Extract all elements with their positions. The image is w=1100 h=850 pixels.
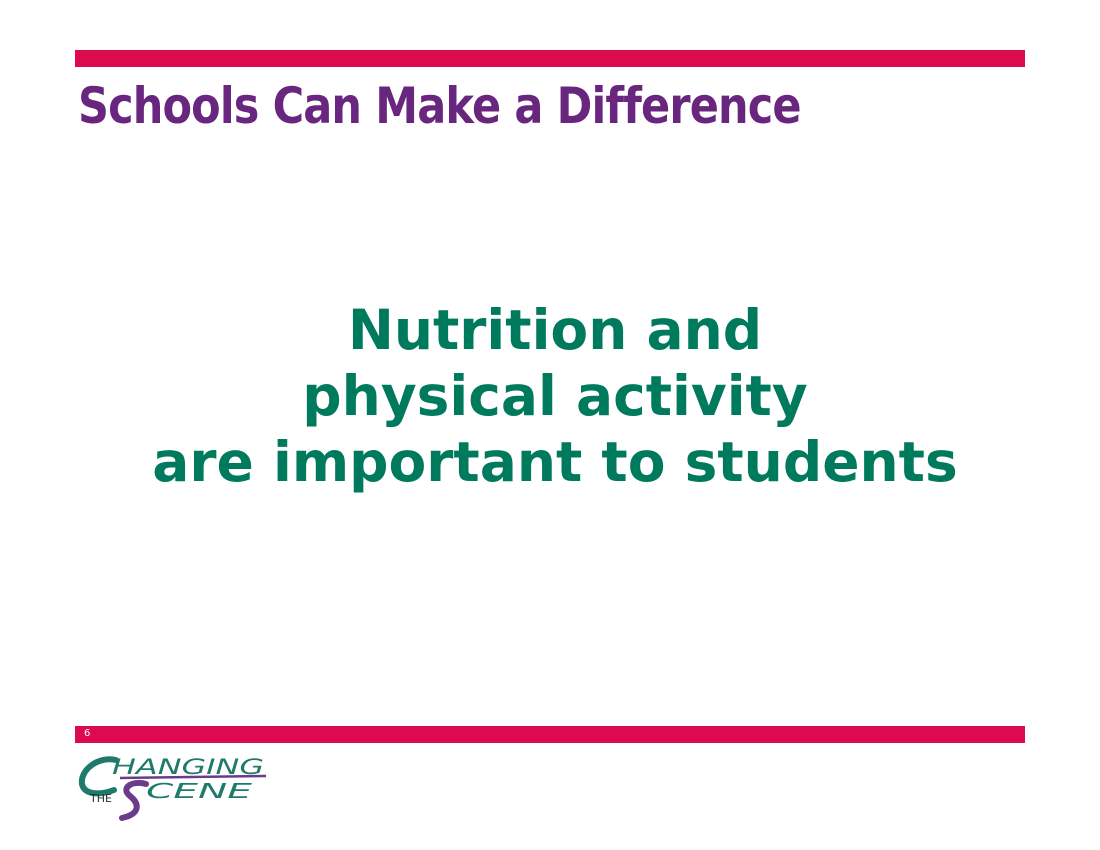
slide-title: Schools Can Make a Difference xyxy=(78,77,802,135)
bottom-accent-bar: 6 xyxy=(75,726,1025,743)
body-line-1: Nutrition and xyxy=(347,298,763,362)
logo-word-bottom: CENE xyxy=(146,779,253,803)
body-line-2: physical activity xyxy=(302,364,808,428)
logo-word-the: THE xyxy=(89,792,112,805)
changing-the-scene-logo: HANGING THE CENE xyxy=(78,755,267,821)
top-accent-bar xyxy=(75,50,1025,67)
page-number: 6 xyxy=(84,728,91,739)
slide: Schools Can Make a Difference Nutrition … xyxy=(0,0,1100,850)
logo-s-letter xyxy=(119,780,149,821)
logo-c-letter xyxy=(78,756,119,797)
slide-body: Nutrition and physical activity are impo… xyxy=(75,297,1035,495)
body-line-3: are important to students xyxy=(152,430,958,494)
